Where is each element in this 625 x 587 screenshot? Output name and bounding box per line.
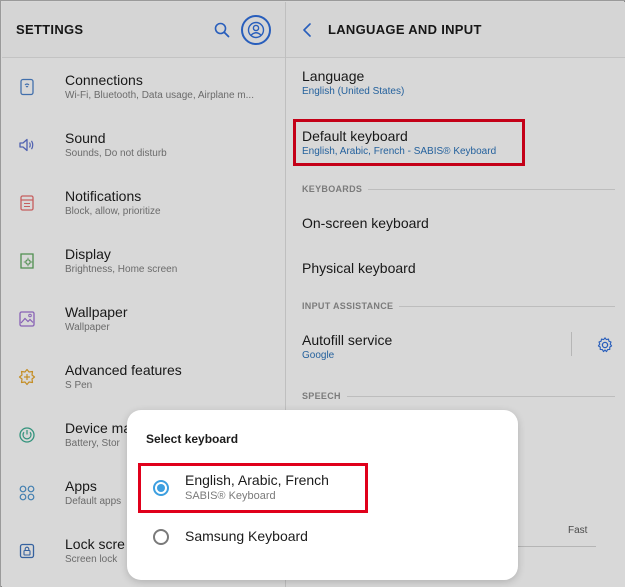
menu-sub: S Pen xyxy=(65,379,93,391)
highlight-default-keyboard xyxy=(293,119,525,166)
radio-unselected[interactable] xyxy=(153,528,169,545)
menu-sub: Sounds, Do not disturb xyxy=(65,147,167,159)
option-label: Samsung Keyboard xyxy=(185,528,308,544)
screen-frame: SETTINGS Connections Wi-Fi, Bluetooth, D… xyxy=(0,0,625,587)
onscreen-keyboard-item[interactable]: On-screen keyboard xyxy=(302,214,429,232)
language-input-header: LANGUAGE AND INPUT xyxy=(286,2,625,58)
section-keyboards-label: KEYBOARDS xyxy=(302,184,363,194)
settings-header: SETTINGS xyxy=(2,2,285,58)
section-speech-label: SPEECH xyxy=(302,391,341,401)
menu-label: Connections xyxy=(65,71,143,88)
menu-item-display[interactable]: Display Brightness, Home screen xyxy=(2,232,285,290)
connections-icon xyxy=(16,76,38,98)
menu-item-sound[interactable]: Sound Sounds, Do not disturb xyxy=(2,116,285,174)
display-icon xyxy=(16,250,38,272)
menu-sub: Block, allow, prioritize xyxy=(65,205,161,217)
menu-item-wallpaper[interactable]: Wallpaper Wallpaper xyxy=(2,290,285,348)
menu-item-advanced-features[interactable]: Advanced features S Pen xyxy=(2,348,285,406)
language-item[interactable]: Language English (United States) xyxy=(302,67,404,99)
page-title: LANGUAGE AND INPUT xyxy=(328,22,482,37)
menu-label: Wallpaper xyxy=(65,303,128,320)
back-icon[interactable] xyxy=(298,21,316,39)
menu-sub: Wallpaper xyxy=(65,321,110,333)
onscreen-keyboard-label: On-screen keyboard xyxy=(302,215,429,231)
keyboard-option-samsung[interactable]: Samsung Keyboard xyxy=(153,528,308,545)
advanced-features-icon xyxy=(16,366,38,388)
settings-separator xyxy=(571,332,572,356)
autofill-item[interactable]: Autofill service Google xyxy=(302,331,392,363)
lock-screen-icon xyxy=(16,540,38,562)
section-input-assistance-label: INPUT ASSISTANCE xyxy=(302,301,394,311)
physical-keyboard-label: Physical keyboard xyxy=(302,260,416,276)
speed-slider-track[interactable] xyxy=(518,546,596,547)
menu-label: Notifications xyxy=(65,187,142,204)
notifications-icon xyxy=(16,192,38,214)
autofill-value: Google xyxy=(302,350,335,361)
menu-label: Display xyxy=(65,245,111,262)
section-divider xyxy=(399,305,615,307)
section-divider xyxy=(346,395,615,397)
device-maintenance-icon xyxy=(16,424,38,446)
menu-item-notifications[interactable]: Notifications Block, allow, prioritize xyxy=(2,174,285,232)
language-value: English (United States) xyxy=(302,86,405,97)
language-label: Language xyxy=(302,68,365,84)
apps-icon xyxy=(16,482,38,504)
settings-title: SETTINGS xyxy=(16,22,84,37)
search-icon[interactable] xyxy=(209,17,235,43)
gear-icon[interactable] xyxy=(596,336,614,354)
section-speech: SPEECH xyxy=(302,391,615,401)
highlight-selected-keyboard xyxy=(138,463,368,513)
section-input-assistance: INPUT ASSISTANCE xyxy=(302,301,615,311)
autofill-label: Autofill service xyxy=(302,332,393,348)
physical-keyboard-item[interactable]: Physical keyboard xyxy=(302,259,416,277)
sound-icon xyxy=(16,134,38,156)
menu-sub: Wi-Fi, Bluetooth, Data usage, Airplane m… xyxy=(65,89,254,101)
menu-sub: Brightness, Home screen xyxy=(65,263,178,275)
menu-item-connections[interactable]: Connections Wi-Fi, Bluetooth, Data usage… xyxy=(2,58,285,116)
section-keyboards: KEYBOARDS xyxy=(302,184,615,194)
account-icon[interactable] xyxy=(241,14,271,45)
dialog-title: Select keyboard xyxy=(146,432,239,446)
speed-fast-label: Fast xyxy=(568,525,588,536)
wallpaper-icon xyxy=(16,308,38,330)
menu-label: Sound xyxy=(65,129,106,146)
menu-label: Advanced features xyxy=(65,361,182,378)
section-divider xyxy=(368,188,615,190)
